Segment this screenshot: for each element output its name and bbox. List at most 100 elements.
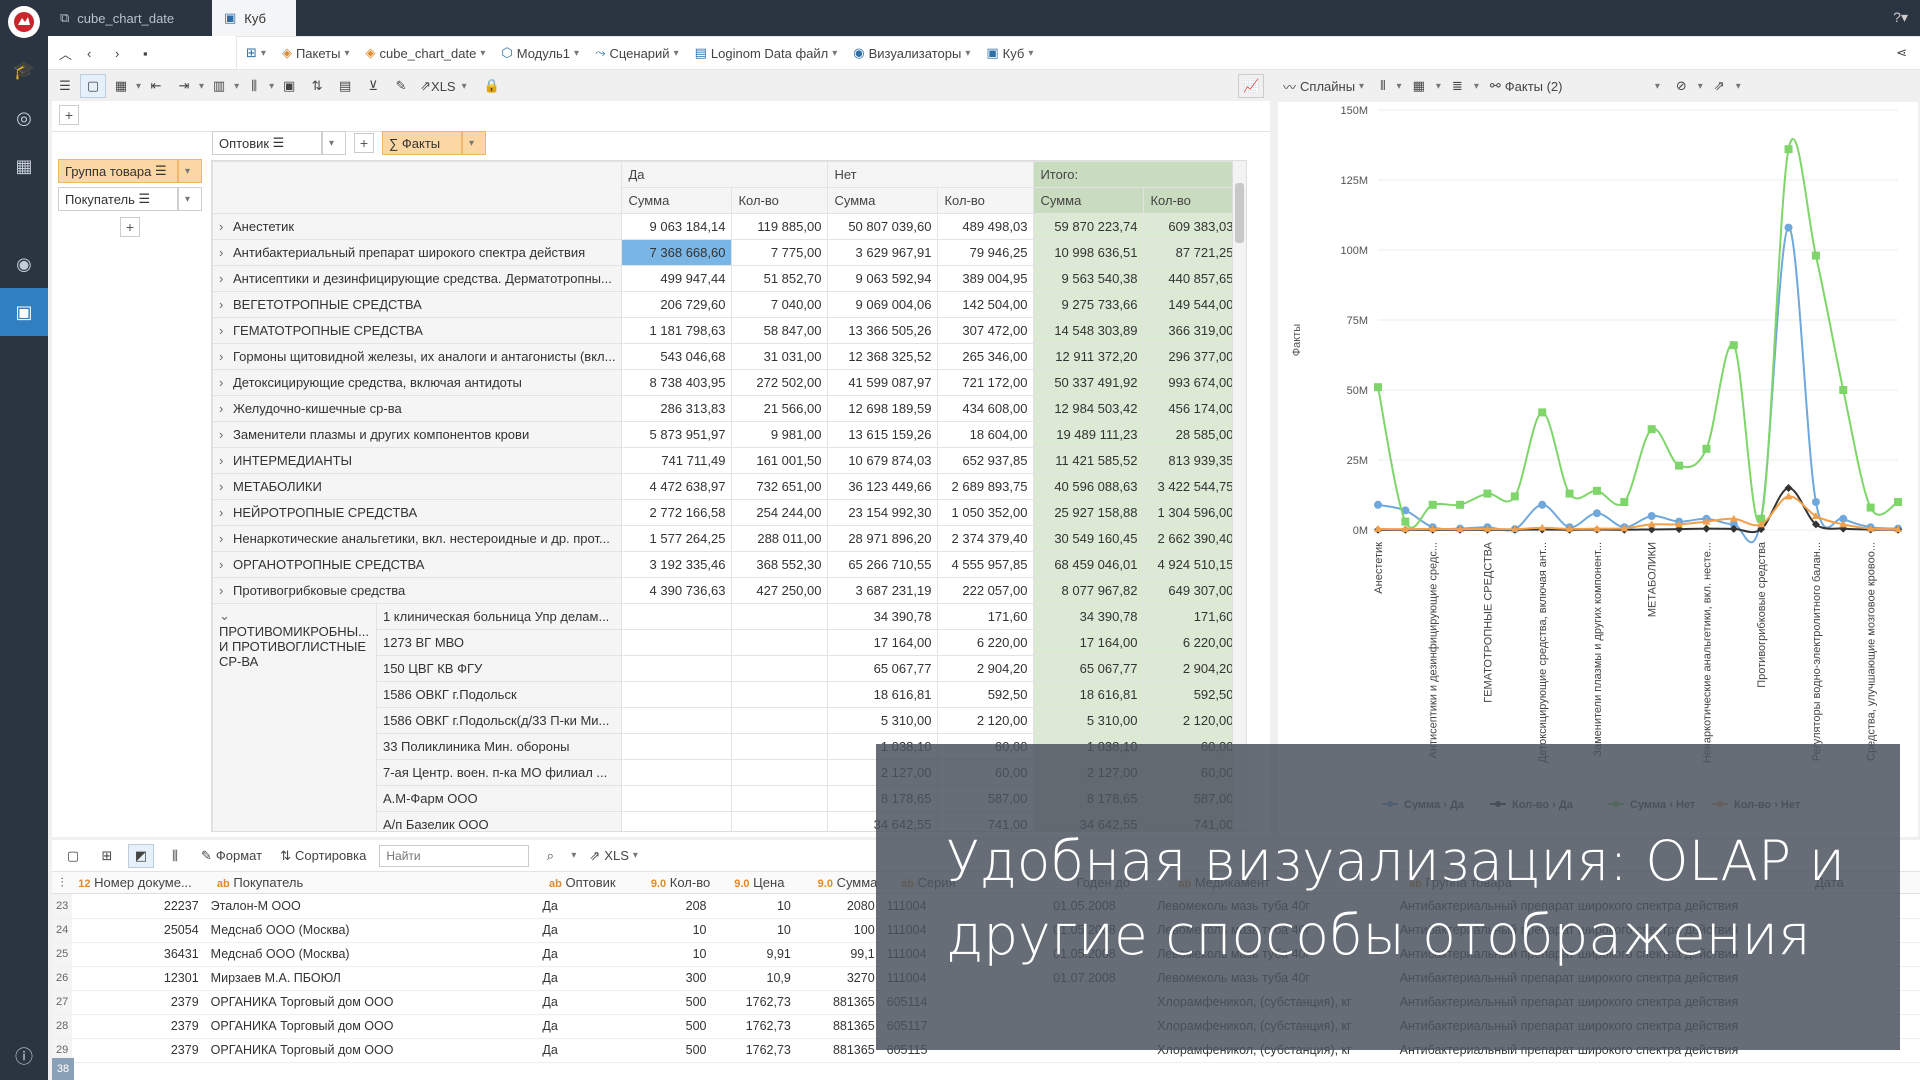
table-cell[interactable]: 100: [796, 918, 881, 943]
search-icon[interactable]: ⌕: [537, 844, 563, 868]
list-icon[interactable]: ☰: [52, 74, 78, 98]
pivot-cell[interactable]: 41 599 087,97: [827, 369, 939, 396]
pivot-cell[interactable]: 1 304 596,00: [1143, 499, 1241, 526]
row-header[interactable]: › Антисептики и дезинфицирующие средства.…: [212, 265, 623, 292]
facts-select[interactable]: ⚯ Факты (2) ▾: [1485, 74, 1665, 98]
table-cell[interactable]: 1762,73: [712, 1038, 797, 1063]
pivot-cell[interactable]: 206 729,60: [621, 291, 733, 318]
table-cell[interactable]: 500: [632, 1038, 713, 1063]
facts-dim-menu[interactable]: ▾: [462, 131, 486, 155]
table-cell[interactable]: 22237: [72, 894, 205, 919]
hierarchy-icon[interactable]: ⊞ ▾: [241, 41, 271, 65]
col-group-header[interactable]: Нет: [827, 161, 1035, 188]
row-header[interactable]: › НЕЙРОТРОПНЫЕ СРЕДСТВА: [212, 499, 623, 526]
row-header[interactable]: › Детоксицирующие средства, включая антид…: [212, 369, 623, 396]
pivot-cell[interactable]: 993 674,00: [1143, 369, 1241, 396]
pivot-cell[interactable]: 7 040,00: [731, 291, 829, 318]
layers-icon[interactable]: ≣: [1447, 74, 1468, 98]
frame-icon[interactable]: ▣: [276, 74, 302, 98]
bars-icon[interactable]: ⫴: [1375, 74, 1390, 98]
expand-chevron-icon[interactable]: ›: [219, 271, 227, 286]
pivot-cell[interactable]: 389 004,95: [937, 265, 1035, 292]
pivot-cell[interactable]: 40 596 088,63: [1033, 473, 1145, 500]
expand-chevron-icon[interactable]: ›: [219, 401, 227, 416]
pivot-cell[interactable]: 17 164,00: [1033, 629, 1145, 656]
row-header[interactable]: › Анестетик: [212, 213, 623, 240]
pivot-cell[interactable]: 4 924 510,15: [1143, 551, 1241, 578]
row-header[interactable]: › Желудочно-кишечные ср-ва: [212, 395, 623, 422]
pivot-sub-row[interactable]: ⌄ПРОТИВОМИКРОБНЫ... И ПРОТИВОГЛИСТНЫЕ СР…: [212, 603, 1241, 831]
measure-header[interactable]: Сумма: [827, 187, 939, 214]
pivot-row[interactable]: › Ненаркотические анальгетики, вкл. несте…: [212, 525, 1241, 552]
chart-toggle-icon[interactable]: 📈: [1238, 74, 1265, 98]
sub-row-header[interactable]: 33 Поликлиника Мин. обороны: [375, 733, 623, 760]
pivot-cell[interactable]: 649 307,00: [1143, 577, 1241, 604]
pivot-cell[interactable]: 31 031,00: [731, 343, 829, 370]
pivot-cell[interactable]: 19 489 111,23: [1033, 421, 1145, 448]
row-header[interactable]: › ИНТЕРМЕДИАНТЫ: [212, 447, 623, 474]
row-header[interactable]: › ВЕГЕТОТРОПНЫЕ СРЕДСТВА: [212, 291, 623, 318]
pivot-cell[interactable]: 254 244,00: [731, 499, 829, 526]
pivot-cell[interactable]: 51 852,70: [731, 265, 829, 292]
pivot-cell[interactable]: 6 220,00: [937, 629, 1035, 656]
pivot-cell[interactable]: 12 698 189,59: [827, 395, 939, 422]
pivot-cell[interactable]: [621, 759, 733, 786]
table-cell[interactable]: 500: [632, 990, 713, 1015]
calc-icon[interactable]: ▤: [332, 74, 358, 98]
sub-row-header[interactable]: 1 клиническая больница Упр делам...: [375, 603, 623, 630]
table-cell[interactable]: 25054: [72, 918, 205, 943]
sub-row-header[interactable]: 1586 ОВКГ г.Подольск: [375, 681, 623, 708]
pivot-row[interactable]: › Антибактериальный препарат широкого спе…: [212, 239, 1241, 266]
table-cell[interactable]: Медснаб ООО (Москва): [204, 918, 537, 943]
block-icon[interactable]: ⊘: [1671, 74, 1692, 98]
measure-header[interactable]: Кол-во: [1143, 187, 1241, 214]
pivot-cell[interactable]: 18 616,81: [1033, 681, 1145, 708]
brush-icon[interactable]: ✎: [388, 74, 414, 98]
pivot-row[interactable]: › Заменители плазмы и других компонентов …: [212, 421, 1241, 448]
pivot-cell[interactable]: 4 390 736,63: [621, 577, 733, 604]
pivot-cell[interactable]: 4 555 957,85: [937, 551, 1035, 578]
pivot-cell[interactable]: [731, 707, 829, 734]
app-logo[interactable]: [8, 6, 40, 38]
table-cell[interactable]: 10: [712, 918, 797, 943]
split-icon[interactable]: ⊞: [94, 844, 120, 868]
chart-type-select[interactable]: 〰 Сплайны ▾: [1278, 74, 1369, 98]
breadcrumb-module[interactable]: ⬡ Модуль1 ▾: [496, 41, 584, 65]
row-dim-group-menu[interactable]: ▾: [178, 159, 202, 183]
sub-row-header[interactable]: А/п Базелик ООО: [375, 811, 623, 831]
back-icon[interactable]: ‹: [82, 41, 96, 65]
pivot-cell[interactable]: 2 662 390,40: [1143, 525, 1241, 552]
row-header[interactable]: › Ненаркотические анальгетики, вкл. несте…: [212, 525, 623, 552]
column-header[interactable]: 9.0 Кол-во: [645, 875, 728, 890]
table-cell[interactable]: 10,9: [712, 966, 797, 991]
pivot-cell[interactable]: 65 067,77: [827, 655, 939, 682]
table-cell[interactable]: 881365: [796, 1014, 881, 1039]
row-header[interactable]: › МЕТАБОЛИКИ: [212, 473, 623, 500]
pivot-cell[interactable]: 2 120,00: [937, 707, 1035, 734]
pivot-cell[interactable]: 11 421 585,52: [1033, 447, 1145, 474]
pivot-cell[interactable]: 149 544,00: [1143, 291, 1241, 318]
export-xls-button[interactable]: ⇗ XLS ▾: [584, 844, 643, 868]
expand-chevron-icon[interactable]: ›: [219, 323, 227, 338]
sub-row-header[interactable]: 150 ЦВГ КВ ФГУ: [375, 655, 623, 682]
pivot-cell[interactable]: 28 585,00: [1143, 421, 1241, 448]
pivot-cell[interactable]: [731, 785, 829, 812]
table-cell[interactable]: ОРГАНИКА Торговый дом ООО: [204, 1038, 537, 1063]
pivot-cell[interactable]: 2 374 379,40: [937, 525, 1035, 552]
pivot-cell[interactable]: 427 250,00: [731, 577, 829, 604]
pivot-cell[interactable]: 4 472 638,97: [621, 473, 733, 500]
pivot-row[interactable]: › Желудочно-кишечные ср-ва 286 313,83 21 56…: [212, 395, 1241, 422]
table-cell[interactable]: Да: [536, 942, 633, 967]
pivot-cell[interactable]: 7 775,00: [731, 239, 829, 266]
column-dim-menu[interactable]: ▾: [322, 131, 346, 155]
pivot-cell[interactable]: [621, 785, 733, 812]
pivot-cell[interactable]: 2 904,20: [1143, 655, 1241, 682]
pivot-cell[interactable]: 18 604,00: [937, 421, 1035, 448]
row-header[interactable]: › ОРГАНОТРОПНЫЕ СРЕДСТВА: [212, 551, 623, 578]
pivot-cell[interactable]: 5 873 951,97: [621, 421, 733, 448]
row-header[interactable]: › Антибактериальный препарат широкого спе…: [212, 239, 623, 266]
pivot-cell[interactable]: 23 154 992,30: [827, 499, 939, 526]
table-cell[interactable]: Да: [536, 990, 633, 1015]
expand-chevron-icon[interactable]: ›: [219, 453, 227, 468]
expand-chevron-icon[interactable]: ›: [219, 349, 227, 364]
